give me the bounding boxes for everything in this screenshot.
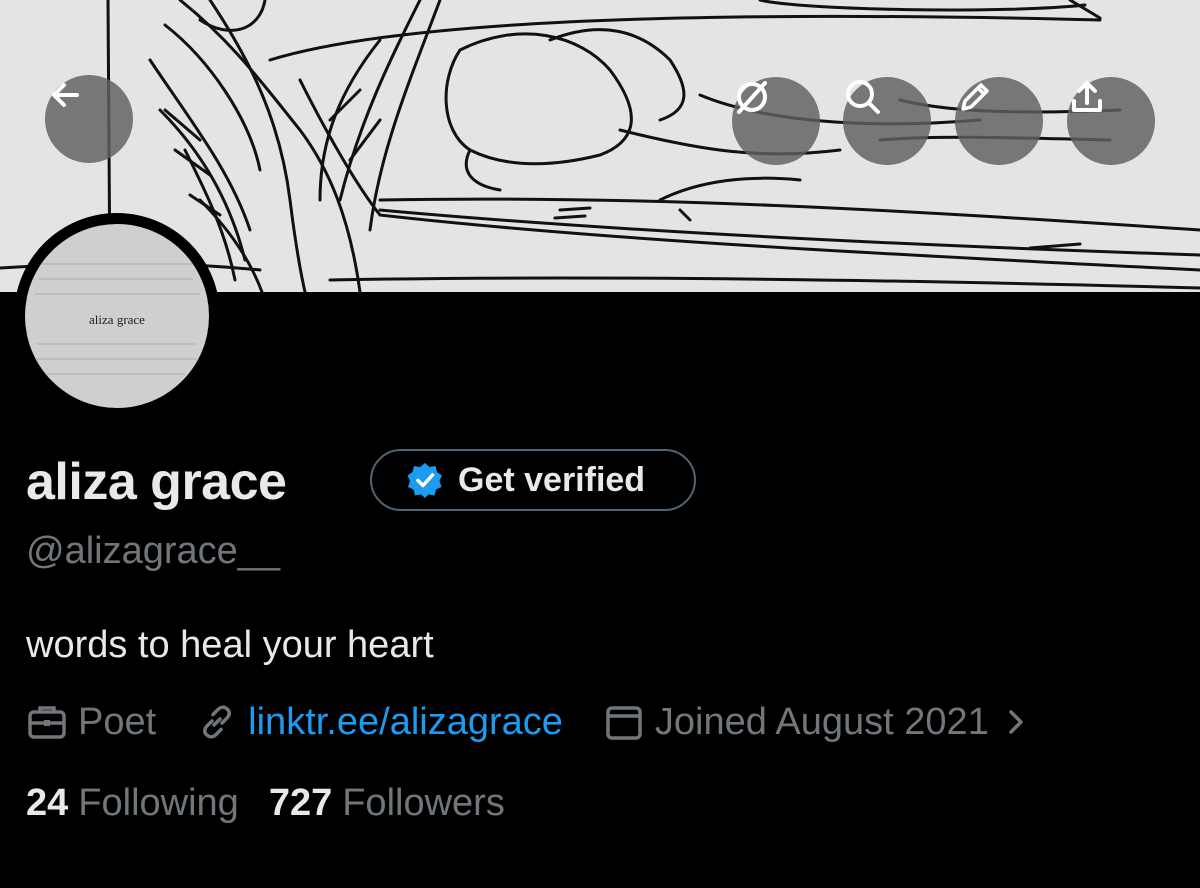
search-button[interactable]: [843, 77, 931, 165]
chevron-right-icon: [1009, 710, 1023, 734]
joined-date: Joined August 2021: [654, 700, 989, 743]
share-button[interactable]: [1067, 77, 1155, 165]
pencil-icon: [961, 83, 989, 111]
back-arrow-icon: [52, 83, 79, 107]
edit-button[interactable]: [955, 77, 1043, 165]
following-label: Following: [78, 782, 239, 824]
get-verified-button[interactable]: Get verified: [370, 449, 696, 511]
profile-bio: words to heal your heart: [26, 624, 434, 666]
grok-button[interactable]: [732, 77, 820, 165]
briefcase-icon: [28, 706, 66, 739]
followers-count: 727: [268, 782, 333, 824]
get-verified-label: Get verified: [458, 460, 646, 499]
link-icon: [203, 705, 232, 739]
followers-label: Followers: [342, 782, 505, 824]
display-name: aliza grace: [26, 453, 287, 511]
website-item[interactable]: linktr.ee/alizagrace: [196, 701, 563, 744]
search-icon: [846, 80, 880, 114]
share-icon: [1072, 81, 1102, 112]
follow-stats: 24 Following 727 Followers: [26, 782, 505, 825]
grok-icon: [737, 81, 767, 114]
profile-meta-row: Poet linktr.ee/alizagrace Joined August …: [26, 698, 1031, 746]
occupation-text: Poet: [78, 700, 157, 743]
avatar-text: aliza grace: [89, 312, 145, 327]
website-link[interactable]: linktr.ee/alizagrace: [248, 701, 563, 744]
verified-badge-icon: [407, 463, 442, 498]
back-button[interactable]: [45, 75, 133, 163]
following-count: 24: [26, 782, 69, 824]
occupation-item: Poet: [26, 701, 156, 744]
avatar[interactable]: aliza grace: [25, 224, 209, 408]
calendar-icon: [606, 706, 642, 740]
user-handle: @alizagrace__: [26, 530, 281, 572]
joined-item[interactable]: Joined August 2021: [603, 701, 1031, 744]
followers-stat[interactable]: 727 Followers: [269, 782, 505, 825]
following-stat[interactable]: 24 Following: [26, 782, 239, 825]
